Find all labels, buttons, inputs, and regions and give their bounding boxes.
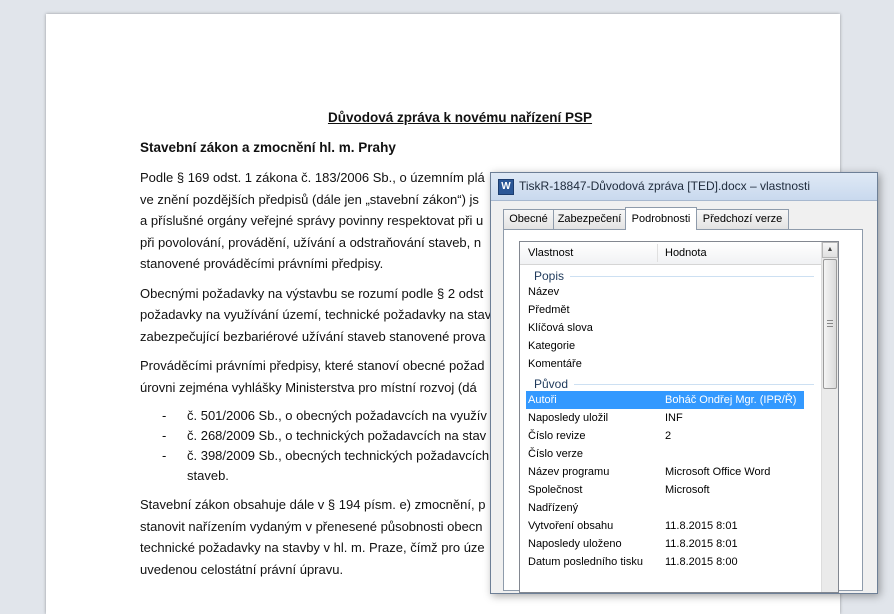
list-item[interactable]: Vytvoření obsahu 11.8.2015 8:01 (520, 517, 822, 535)
property-value[interactable]: 11.8.2015 8:01 (665, 517, 738, 535)
properties-dialog: W TiskR-18847-Důvodová zpráva [TED].docx… (490, 172, 878, 594)
property-name: Společnost (528, 484, 583, 496)
dialog-title: TiskR-18847-Důvodová zpráva [TED].docx –… (519, 179, 811, 193)
tab-obecne[interactable]: Obecné (503, 209, 554, 229)
property-name: Naposledy uloženo (528, 538, 622, 550)
group-header-puvod: Původ (520, 373, 822, 391)
property-value[interactable]: 11.8.2015 8:01 (665, 535, 738, 553)
list-item[interactable]: Název (520, 283, 822, 301)
property-value[interactable]: INF (665, 409, 683, 427)
column-divider[interactable] (657, 244, 658, 262)
scrollbar-thumb[interactable] (823, 259, 837, 389)
list-item[interactable]: Naposledy uloženo 11.8.2015 8:01 (520, 535, 822, 553)
property-value[interactable]: 11.8.2015 8:00 (665, 553, 738, 571)
property-name: Datum posledního tisku (528, 556, 643, 568)
group-label: Původ (534, 377, 575, 391)
property-name: Název (528, 286, 560, 298)
property-rows: Popis Název Předmět Klíčová slova Katego… (520, 265, 822, 571)
grip-line (827, 320, 833, 321)
list-item[interactable]: Číslo verze (520, 445, 822, 463)
vertical-scrollbar[interactable]: ▲ (821, 242, 838, 592)
property-name: Předmět (528, 304, 570, 316)
property-name: Název programu (528, 466, 610, 478)
group-header-popis: Popis (520, 265, 822, 283)
document-title: Důvodová zpráva k novému nařízení PSP (327, 110, 593, 125)
property-name: Komentáře (528, 358, 582, 370)
list-dash: - (162, 428, 167, 443)
column-header-value[interactable]: Hodnota (665, 247, 707, 259)
list-dash: - (162, 408, 167, 423)
property-name: Číslo revize (528, 430, 586, 442)
list-item[interactable]: Klíčová slova (520, 319, 822, 337)
property-name: Naposledy uložil (528, 412, 609, 424)
list-item[interactable]: Naposledy uložil INF (520, 409, 822, 427)
list-header: Vlastnost Hodnota (520, 242, 822, 265)
group-divider (534, 276, 814, 277)
list-item[interactable]: Datum posledního tisku 11.8.2015 8:00 (520, 553, 822, 571)
list-item[interactable]: Společnost Microsoft (520, 481, 822, 499)
list-item[interactable]: Komentáře (520, 355, 822, 373)
property-name: Vytvoření obsahu (528, 520, 614, 532)
list-item[interactable]: Název programu Microsoft Office Word (520, 463, 822, 481)
details-panel: Vlastnost Hodnota Popis Název Předmět Kl… (503, 229, 863, 593)
grip-line (827, 323, 833, 324)
property-name: Nadřízený (528, 502, 579, 514)
list-item-text: č. 268/2009 Sb., o technických požadavcí… (187, 428, 487, 443)
property-value[interactable]: 2 (665, 427, 671, 445)
list-item[interactable]: Číslo revize 2 (520, 427, 822, 445)
grip-line (827, 326, 833, 327)
list-item-text: č. 398/2009 Sb., obecných technických po… (187, 448, 490, 463)
list-item[interactable]: Nadřízený (520, 499, 822, 517)
list-item[interactable]: Kategorie (520, 337, 822, 355)
tab-podrobnosti[interactable]: Podrobnosti (625, 207, 697, 230)
property-value[interactable]: Boháč Ondřej Mgr. (IPR/Ř) (665, 391, 796, 409)
column-header-property[interactable]: Vlastnost (528, 247, 573, 259)
property-list[interactable]: Vlastnost Hodnota Popis Název Předmět Kl… (519, 241, 839, 593)
list-item-selected[interactable]: Autoři Boháč Ondřej Mgr. (IPR/Ř) (526, 391, 804, 409)
word-doc-icon: W (498, 179, 514, 195)
section-heading: Stavební zákon a zmocnění hl. m. Prahy (140, 140, 396, 155)
property-name: Číslo verze (528, 448, 584, 460)
tab-predchozi-verze[interactable]: Předchozí verze (696, 209, 789, 229)
tab-zabezpeceni[interactable]: Zabezpečení (553, 209, 626, 229)
property-name: Klíčová slova (528, 322, 593, 334)
property-value[interactable]: Microsoft Office Word (665, 463, 770, 481)
list-item[interactable]: Předmět (520, 301, 822, 319)
list-item-text: č. 501/2006 Sb., o obecných požadavcích … (187, 408, 487, 423)
dialog-titlebar[interactable]: W TiskR-18847-Důvodová zpráva [TED].docx… (491, 173, 877, 201)
group-label: Popis (534, 269, 571, 283)
list-dash: - (162, 448, 167, 463)
group-divider (534, 384, 814, 385)
property-value[interactable]: Microsoft (665, 481, 710, 499)
property-name: Autoři (528, 394, 557, 406)
property-name: Kategorie (528, 340, 576, 352)
scroll-up-arrow-icon[interactable]: ▲ (822, 242, 838, 258)
